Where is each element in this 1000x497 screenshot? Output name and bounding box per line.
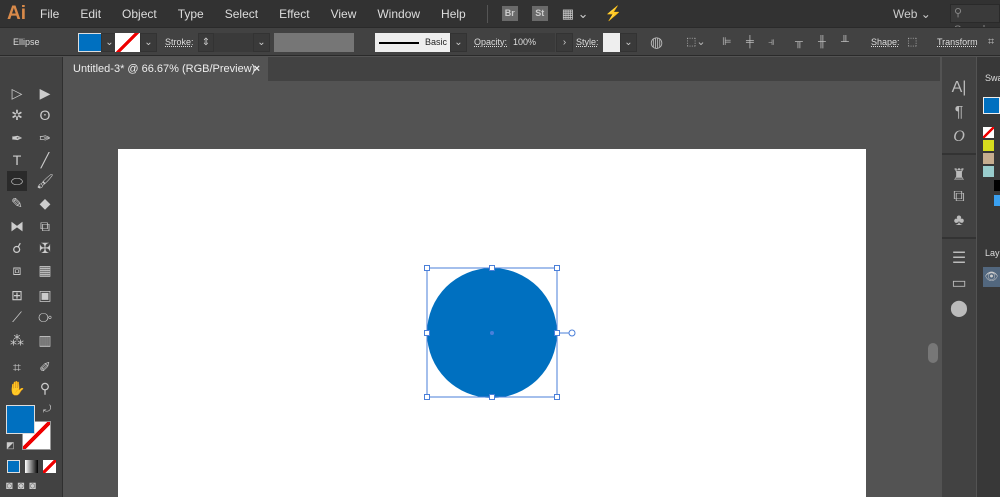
gradient-panel-icon[interactable]: ▭ [942,273,976,293]
layers-tab[interactable]: Lay [985,248,1000,258]
club-symbols-icon[interactable]: ♣ [942,212,976,230]
resize-handle[interactable] [489,394,495,400]
layer-row[interactable]: 👁 [983,267,1000,287]
transparency-panel-icon[interactable]: ⬤ [942,298,976,318]
swatch-yellow[interactable] [983,140,994,151]
resize-handle[interactable] [424,330,430,336]
scrollbar-thumb[interactable] [928,343,938,363]
swatches-panel: Swa Lay 👁 [977,57,1000,497]
stroke-panel-icon[interactable]: ☰ [942,248,976,268]
resize-handle[interactable] [554,265,560,271]
selected-ellipse-layer [424,265,576,400]
panel-dock: A| ¶ O ♜ ⧉ ♣ ☰ ▭ ⬤ [942,57,976,497]
resize-handle[interactable] [554,394,560,400]
transform-panel-icon[interactable]: ⧉ [942,188,976,206]
swatch-black[interactable] [994,180,1000,191]
swatches-tab[interactable]: Swa [985,73,1000,83]
resize-handle[interactable] [554,330,560,336]
center-point[interactable] [490,331,494,335]
resize-handle[interactable] [424,265,430,271]
swatch-fill[interactable] [983,97,1000,114]
character-panel-icon[interactable]: A| [942,79,976,97]
resize-handle[interactable] [489,265,495,271]
opentype-panel-icon[interactable]: O [942,128,976,146]
swatch-pattern[interactable] [983,166,994,177]
swatch-none[interactable] [983,127,994,138]
pie-widget-handle[interactable] [568,329,576,337]
paragraph-panel-icon[interactable]: ¶ [942,104,976,122]
swatch-blue[interactable] [994,195,1000,206]
vertical-scrollbar[interactable] [925,81,940,497]
resize-handle[interactable] [424,394,430,400]
symbols-panel-icon[interactable]: ♜ [942,165,976,185]
swatch-tan[interactable] [983,153,994,164]
